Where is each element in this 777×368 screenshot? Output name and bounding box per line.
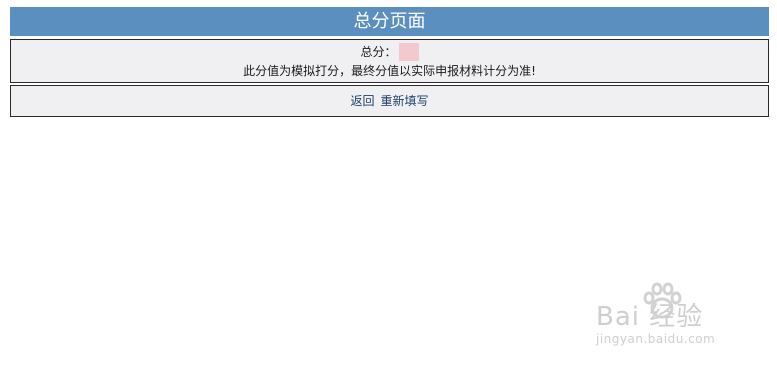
watermark-brand: Bai 经验 [596,302,704,332]
back-link[interactable]: 返回 [350,94,374,108]
action-panel: 返回 重新填写 [10,85,769,117]
refill-link[interactable]: 重新填写 [381,94,429,108]
score-note: 此分值为模拟打分，最终分值以实际申报材料计分为准! [243,64,536,78]
watermark-url: jingyan.baidu.com [596,332,716,346]
score-page: 总分页面 总分： 此分值为模拟打分，最终分值以实际申报材料计分为准! 返回 重新填… [0,0,777,368]
score-label: 总分： [360,45,397,59]
score-panel: 总分： 此分值为模拟打分，最终分值以实际申报材料计分为准! [10,39,769,83]
baidu-jingyan-watermark: Bai 经验 jingyan.baidu.com [596,282,766,352]
score-row: 总分： [11,43,768,61]
score-value [398,43,419,61]
page-title: 总分页面 [353,11,426,32]
page-title-bar: 总分页面 [10,7,769,36]
